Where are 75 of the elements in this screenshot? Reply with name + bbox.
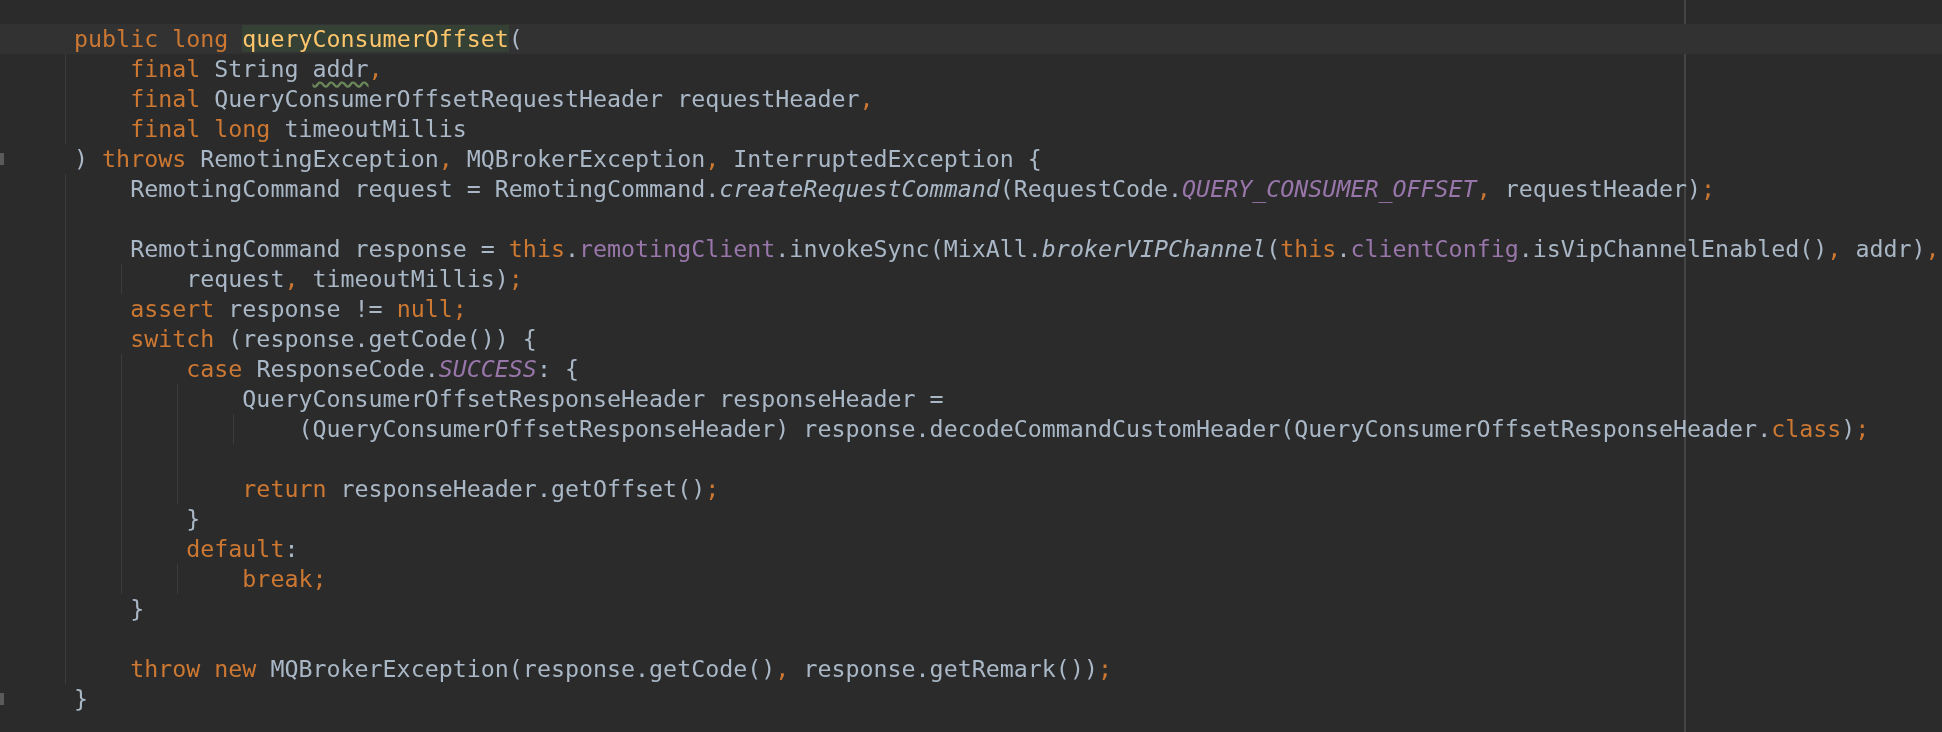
code-text: .isVipChannelEnabled()	[1518, 235, 1828, 262]
keyword: return	[242, 475, 328, 502]
keyword: switch	[130, 325, 216, 352]
code-text: )	[74, 145, 90, 172]
code-text: .invokeSync(MixAll.	[775, 235, 1042, 262]
code-text: : {	[536, 355, 579, 382]
code-text: addr)	[1855, 235, 1926, 262]
code-text: response !=	[228, 295, 384, 322]
code-text: }	[186, 505, 201, 532]
constant-name: QUERY_CONSUMER_OFFSET	[1182, 175, 1477, 202]
keyword: final	[130, 85, 202, 112]
constant-name: SUCCESS	[438, 355, 537, 382]
code-text: MQBrokerException(response.getCode()	[270, 655, 776, 682]
punctuation: ;	[705, 475, 720, 502]
code-text: .	[564, 235, 579, 262]
method-name: queryConsumerOffset	[242, 25, 509, 52]
code-text: (	[508, 25, 523, 52]
code-text: )	[1841, 415, 1856, 442]
code-text: addr	[312, 55, 369, 82]
code-text: request	[186, 265, 285, 292]
code-text: timeoutMillis	[284, 115, 467, 142]
punctuation: ;	[452, 295, 467, 322]
punctuation: ,	[705, 145, 721, 172]
punctuation: ,	[775, 655, 791, 682]
keyword: default	[186, 535, 285, 562]
keyword: public long	[74, 25, 230, 52]
keyword: this	[1280, 235, 1337, 262]
punctuation: ;	[1855, 415, 1870, 442]
code-text: responseHeader.getOffset()	[340, 475, 706, 502]
code-text: :	[284, 535, 299, 562]
keyword: final long	[130, 115, 272, 142]
code-text: String	[214, 55, 300, 82]
punctuation: ,	[1827, 235, 1843, 262]
keyword: final	[130, 55, 202, 82]
keyword: break	[242, 565, 313, 592]
code-text: RemotingException	[200, 145, 439, 172]
code-text: RemotingCommand request = RemotingCommand.	[130, 175, 720, 202]
code-text: (QueryConsumerOffsetResponseHeader) response.decodeCommandCustomHeader(QueryConsumerOffsetResponseHeader.	[298, 415, 1772, 442]
punctuation: ,	[859, 85, 874, 112]
method-call: createRequestCommand	[719, 175, 1000, 202]
code-text: (	[1266, 235, 1281, 262]
punctuation: ,	[284, 265, 300, 292]
code-text: InterruptedException {	[733, 145, 1042, 172]
punctuation: ;	[508, 265, 523, 292]
code-text: .	[1336, 235, 1351, 262]
code-text: RemotingCommand response =	[130, 235, 496, 262]
code-text: ResponseCode.	[256, 355, 439, 382]
fold-marker-icon[interactable]	[0, 693, 4, 705]
keyword: this	[508, 235, 565, 262]
method-call: brokerVIPChannel	[1041, 235, 1267, 262]
keyword: null	[396, 295, 453, 322]
keyword: throw new	[130, 655, 258, 682]
punctuation: ,	[1925, 235, 1940, 262]
code-text: (RequestCode.	[999, 175, 1183, 202]
fold-marker-icon[interactable]	[0, 153, 4, 165]
code-text: MQBrokerException	[466, 145, 706, 172]
punctuation: ;	[1701, 175, 1716, 202]
keyword: throws	[102, 145, 188, 172]
code-text: timeoutMillis)	[312, 265, 509, 292]
code-text: }	[130, 595, 145, 622]
code-text: response.getRemark())	[803, 655, 1098, 682]
keyword: class	[1771, 415, 1842, 442]
punctuation: ,	[438, 145, 454, 172]
punctuation: ,	[368, 55, 383, 82]
code-text: QueryConsumerOffsetRequestHeader requestHeader	[214, 85, 860, 112]
code-text: }	[74, 685, 89, 712]
code-text: requestHeader)	[1504, 175, 1702, 202]
code-text: QueryConsumerOffsetResponseHeader responseHeader =	[242, 385, 944, 412]
keyword: assert	[130, 295, 216, 322]
punctuation: ;	[1097, 655, 1112, 682]
punctuation: ;	[312, 565, 327, 592]
keyword: case	[186, 355, 244, 382]
field-name: remotingClient	[578, 235, 776, 262]
field-name: clientConfig	[1350, 235, 1519, 262]
code-text: (response.getCode()) {	[228, 325, 537, 352]
